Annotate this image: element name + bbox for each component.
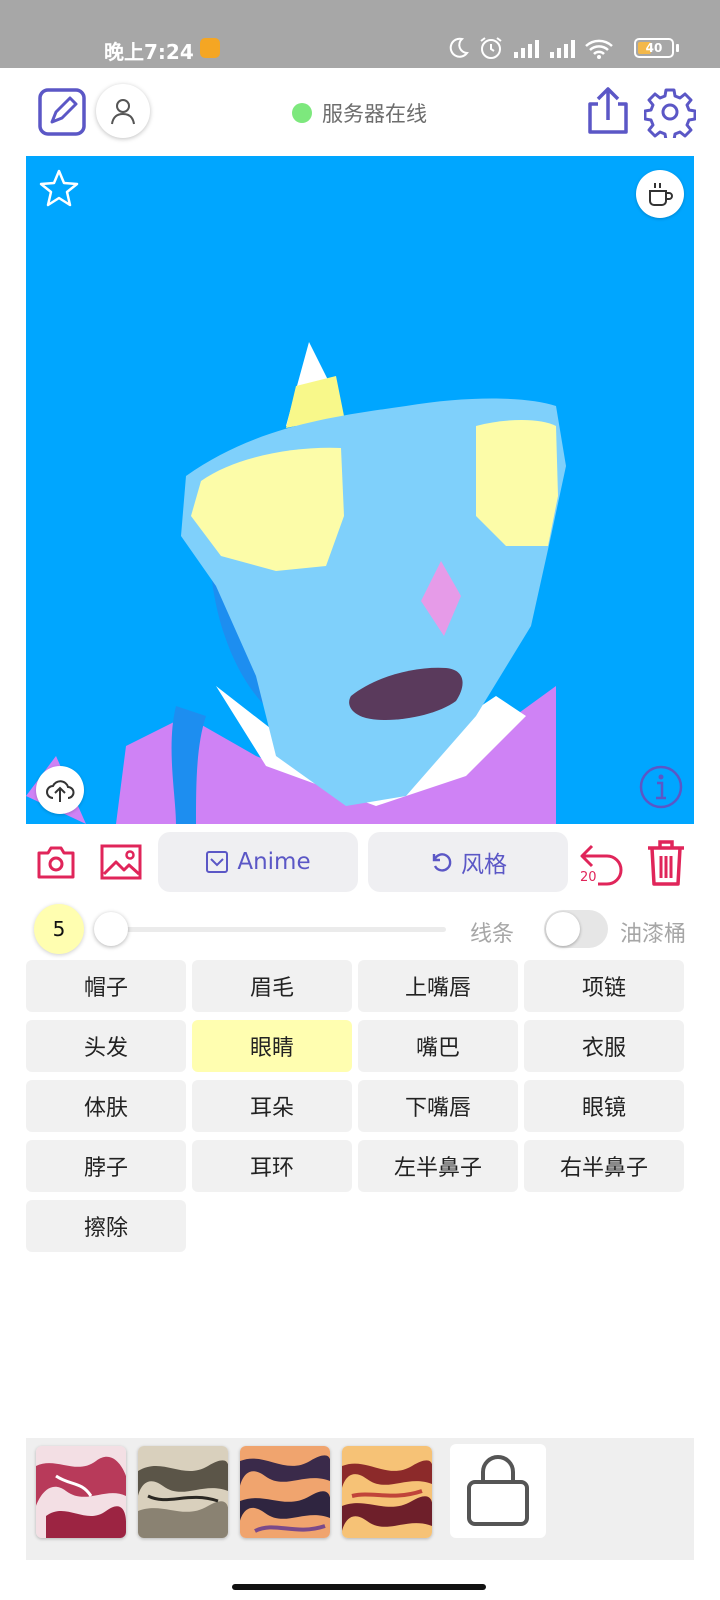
slider-thumb[interactable] bbox=[94, 912, 128, 946]
settings-button[interactable] bbox=[643, 86, 697, 142]
image-icon bbox=[100, 844, 142, 880]
info-button[interactable] bbox=[638, 764, 684, 814]
server-status-text: 服务器在线 bbox=[322, 102, 427, 126]
edit-button[interactable] bbox=[38, 88, 86, 136]
server-status: 服务器在线 bbox=[292, 98, 427, 128]
tool-row: Anime 风格 20 bbox=[0, 832, 720, 894]
status-bar: 晚上7:24 40 bbox=[0, 0, 720, 68]
clear-button[interactable] bbox=[644, 838, 688, 892]
style-thumbnail[interactable] bbox=[342, 1446, 432, 1538]
part-chip[interactable]: 衣服 bbox=[524, 1020, 684, 1072]
undo-count: 20 bbox=[580, 870, 597, 885]
favorite-button[interactable] bbox=[38, 168, 80, 214]
part-chip[interactable]: 脖子 bbox=[26, 1140, 186, 1192]
notification-icon bbox=[200, 38, 220, 58]
part-chip[interactable]: 体肤 bbox=[26, 1080, 186, 1132]
camera-button[interactable] bbox=[36, 844, 76, 884]
status-time: 晚上7:24 bbox=[104, 40, 194, 64]
checkbox-icon bbox=[206, 851, 229, 873]
style-button[interactable]: 风格 bbox=[368, 832, 568, 892]
signal-icon bbox=[510, 38, 542, 64]
star-icon bbox=[39, 169, 79, 207]
trash-icon bbox=[648, 840, 684, 886]
brush-size-indicator: 5 bbox=[34, 904, 84, 954]
user-icon bbox=[111, 99, 135, 125]
anime-label: Anime bbox=[237, 849, 311, 875]
cloud-upload-icon bbox=[46, 780, 75, 802]
style-thumbnails-panel bbox=[26, 1438, 694, 1560]
bucket-toggle[interactable] bbox=[544, 910, 608, 948]
status-dot bbox=[292, 103, 312, 123]
gear-icon bbox=[643, 88, 697, 142]
sketch-drawing bbox=[26, 342, 566, 824]
info-icon bbox=[639, 765, 683, 809]
wifi-icon bbox=[584, 38, 614, 64]
alarm-icon bbox=[478, 35, 504, 65]
share-button[interactable] bbox=[584, 86, 632, 136]
upload-button[interactable] bbox=[36, 766, 84, 814]
coffee-button[interactable] bbox=[636, 170, 684, 218]
signal-icon bbox=[546, 38, 578, 64]
line-label: 线条 bbox=[470, 922, 515, 947]
bucket-label: 油漆桶 bbox=[620, 922, 687, 947]
brush-row: 5 线条 油漆桶 bbox=[0, 904, 720, 960]
camera-icon bbox=[37, 846, 75, 879]
part-chip[interactable]: 耳朵 bbox=[192, 1080, 352, 1132]
style-thumbnail[interactable] bbox=[36, 1446, 126, 1538]
moon-icon bbox=[446, 36, 470, 64]
part-chip[interactable]: 耳环 bbox=[192, 1140, 352, 1192]
toggle-knob bbox=[546, 912, 580, 946]
more-styles-button[interactable] bbox=[450, 1444, 546, 1538]
battery-text: 40 bbox=[645, 41, 663, 55]
gallery-button[interactable] bbox=[100, 844, 142, 884]
refresh-icon bbox=[432, 853, 452, 872]
top-bar: 服务器在线 bbox=[0, 68, 720, 156]
part-chip[interactable]: 眼镜 bbox=[524, 1080, 684, 1132]
edit-icon bbox=[38, 88, 86, 136]
coffee-icon bbox=[649, 183, 673, 206]
lock-icon bbox=[467, 1455, 529, 1526]
style-thumbnail[interactable] bbox=[138, 1446, 228, 1538]
battery-icon: 40 bbox=[634, 38, 674, 58]
brush-size-slider[interactable] bbox=[112, 927, 446, 932]
drawing-canvas[interactable] bbox=[26, 156, 694, 824]
part-chip[interactable]: 擦除 bbox=[26, 1200, 186, 1252]
part-chip[interactable]: 上嘴唇 bbox=[358, 960, 518, 1012]
style-thumbnail[interactable] bbox=[240, 1446, 330, 1538]
style-label: 风格 bbox=[461, 852, 507, 878]
anime-button[interactable]: Anime bbox=[158, 832, 358, 892]
share-icon bbox=[588, 87, 628, 134]
user-avatar-button[interactable] bbox=[96, 84, 150, 138]
part-chip[interactable]: 嘴巴 bbox=[358, 1020, 518, 1072]
part-chip[interactable]: 左半鼻子 bbox=[358, 1140, 518, 1192]
part-chip[interactable]: 眉毛 bbox=[192, 960, 352, 1012]
part-chip[interactable]: 右半鼻子 bbox=[524, 1140, 684, 1192]
battery-tip bbox=[676, 44, 679, 52]
part-chip[interactable]: 项链 bbox=[524, 960, 684, 1012]
part-chip[interactable]: 下嘴唇 bbox=[358, 1080, 518, 1132]
part-chip[interactable]: 头发 bbox=[26, 1020, 186, 1072]
home-indicator[interactable] bbox=[232, 1584, 486, 1590]
part-chip[interactable]: 帽子 bbox=[26, 960, 186, 1012]
part-chip[interactable]: 眼睛 bbox=[192, 1020, 352, 1072]
